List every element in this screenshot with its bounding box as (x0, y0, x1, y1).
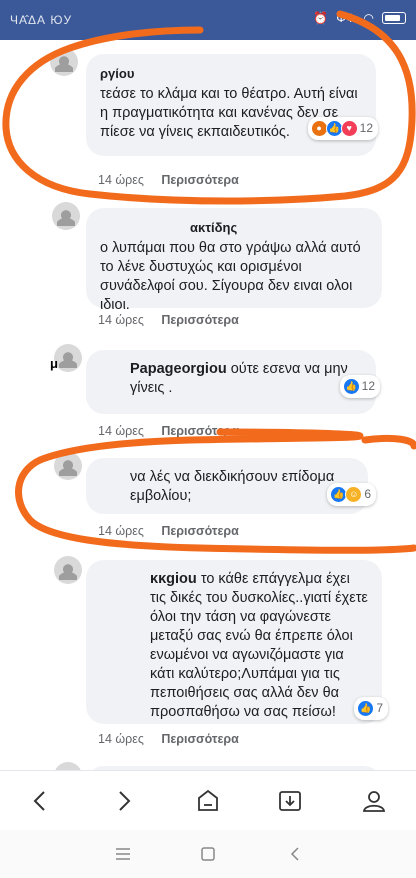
comment-author-prefix: μ (50, 356, 58, 371)
chevron-right-icon (119, 791, 131, 811)
forward-button[interactable] (104, 783, 144, 819)
comment-author[interactable]: ργίου (100, 64, 362, 83)
battery-icon (382, 12, 406, 24)
comment-time[interactable]: 14 ώρες (98, 173, 144, 187)
comment-bubble[interactable]: ργίου τεάσε το κλάμα και το θέατρο. Αυτή… (86, 54, 378, 156)
comment-meta: 14 ώρες Περισσότερα (98, 313, 239, 327)
system-back-button[interactable] (280, 842, 310, 866)
alarm-icon: ⏰ (313, 11, 329, 25)
avatar[interactable] (54, 762, 82, 770)
like-reaction-icon: 👍 (357, 700, 375, 717)
download-icon (279, 791, 301, 811)
more-link[interactable]: Περισσότερα (161, 524, 238, 538)
comment-meta: 14 ώρες Περισσότερα (98, 732, 239, 746)
browser-toolbar (0, 770, 416, 831)
reaction-count: 12 (361, 379, 375, 393)
reaction-count: 6 (364, 487, 371, 501)
system-nav-bar (0, 830, 416, 878)
comment-time[interactable]: 14 ώρες (98, 732, 144, 746)
avatar[interactable] (54, 452, 82, 480)
status-left-text: ЧА̂ΔА ЮУ (10, 13, 73, 27)
reaction-summary[interactable]: 👍 7 (354, 697, 388, 720)
chevron-left-icon (33, 791, 45, 811)
comment-time[interactable]: 14 ώρες (98, 524, 144, 538)
reaction-summary[interactable]: 👍 12 (339, 375, 380, 398)
haha-reaction-icon: ☺ (345, 486, 363, 503)
home-icon (198, 789, 218, 811)
reaction-summary[interactable]: ● 👍 ♥ 12 (307, 117, 378, 140)
comment-text: να λές να διεκδικήσουν επίδομα εμβολίου; (130, 469, 335, 504)
comment-bubble[interactable]: να λές να διεκδικήσουν επίδομα εμβολίου;… (86, 458, 376, 514)
avatar[interactable] (50, 48, 78, 76)
more-link[interactable]: Περισσότερα (161, 732, 238, 746)
comment-meta: 14 ώρες Περισσότερα (98, 424, 239, 438)
comment-author[interactable]: ακτίδης (100, 218, 368, 237)
avatar[interactable] (54, 344, 82, 372)
comment-bubble[interactable]: κκgiou το κάθε επάγγελμα έχει τις δικές … (86, 560, 388, 724)
downloads-button[interactable] (270, 783, 310, 819)
comment-author[interactable]: Papageorgiou (130, 361, 227, 377)
comment-time[interactable]: 14 ώρες (98, 313, 144, 327)
reaction-count: 12 (359, 121, 373, 135)
comment-meta: 14 ώρες Περισσότερα (98, 524, 239, 538)
comment-meta: 14 ώρες Περισσότερα (98, 173, 239, 187)
status-bar: ЧА̂ΔА ЮУ ⏰ ΦΦ ◠ (0, 0, 416, 40)
comment-bubble[interactable]: Papageorgiou ούτε εσενα να μην γίνεις . … (86, 350, 380, 414)
reaction-count: 7 (376, 701, 383, 715)
system-home-button[interactable] (193, 842, 223, 866)
love-reaction-icon: ♥ (340, 120, 358, 137)
comment-body: κκgiou το κάθε επάγγελμα έχει τις δικές … (100, 570, 368, 722)
comment-text: ο λυπάμαι που θα στο γράψω αλλά αυτό το … (100, 240, 361, 313)
status-right-text: ΦΦ (336, 11, 356, 25)
reaction-summary[interactable]: 👍 ☺ 6 (327, 483, 376, 506)
user-icon (362, 791, 386, 812)
comment-body: Papageorgiou ούτε εσενα να μην γίνεις . (100, 360, 362, 398)
status-icons: ⏰ ΦΦ ◠ (313, 11, 406, 25)
back-button[interactable] (20, 783, 60, 819)
comments-feed[interactable]: ργίου τεάσε το κλάμα και το θέατρο. Αυτή… (0, 40, 416, 770)
comment-time[interactable]: 14 ώρες (98, 424, 144, 438)
comment-author[interactable]: κκgiou (150, 571, 197, 587)
chevron-left-icon (290, 847, 299, 861)
more-link[interactable]: Περισσότερα (161, 424, 238, 438)
home-button[interactable] (188, 783, 228, 819)
menu-icon (116, 848, 130, 860)
menu-button[interactable] (108, 842, 138, 866)
like-reaction-icon: 👍 (342, 378, 360, 395)
wifi-icon: ◠ (363, 11, 374, 25)
avatar[interactable] (54, 556, 82, 584)
profile-button[interactable] (354, 783, 394, 819)
comment-bubble[interactable]: ακτίδης ο λυπάμαι που θα στο γράψω αλλά … (86, 208, 382, 313)
more-link[interactable]: Περισσότερα (161, 313, 238, 327)
more-link[interactable]: Περισσότερα (161, 173, 238, 187)
avatar[interactable] (52, 202, 80, 230)
square-icon (201, 847, 215, 861)
comment-text: το κάθε επάγγελμα έχει τις δικές του δυσ… (150, 571, 368, 720)
